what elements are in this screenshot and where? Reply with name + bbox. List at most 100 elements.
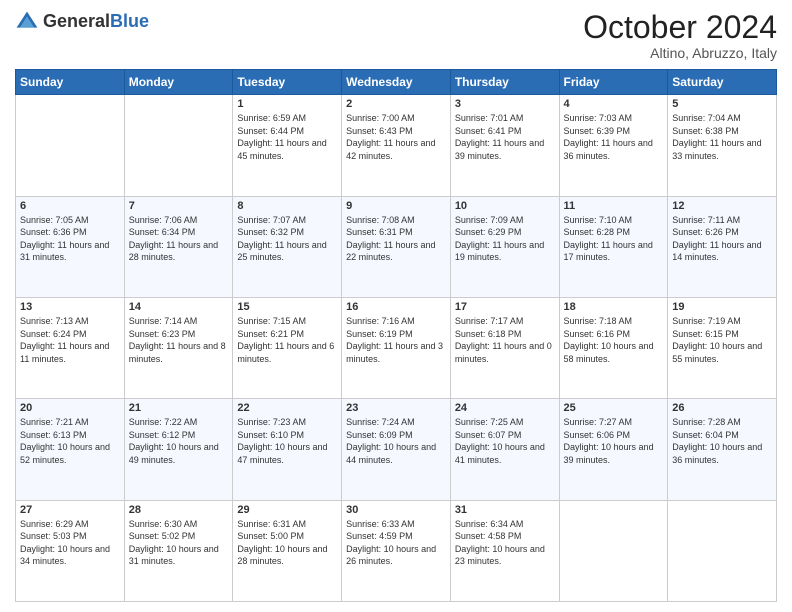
calendar-cell: 15 Sunrise: 7:15 AMSunset: 6:21 PMDayligh… bbox=[233, 297, 342, 398]
calendar-cell: 20Sunrise: 7:21 AMSunset: 6:13 PMDayligh… bbox=[16, 399, 125, 500]
calendar-cell: 28 Sunrise: 6:30 AMSunset: 5:02 PMDayligh… bbox=[124, 500, 233, 601]
cell-date: 11 bbox=[564, 200, 664, 212]
calendar-cell: 22 Sunrise: 7:23 AMSunset: 6:10 PMDayligh… bbox=[233, 399, 342, 500]
cell-date: 8 bbox=[237, 200, 337, 212]
cell-date: 24 bbox=[455, 402, 555, 414]
cell-date: 19 bbox=[672, 301, 772, 313]
cell-info: Sunrise: 7:28 AMSunset: 6:04 PMDaylight:… bbox=[672, 416, 772, 466]
cell-date: 6 bbox=[20, 200, 120, 212]
cell-date: 4 bbox=[564, 98, 664, 110]
calendar-cell: 23 Sunrise: 7:24 AMSunset: 6:09 PMDayligh… bbox=[342, 399, 451, 500]
cell-info: Sunrise: 7:14 AMSunset: 6:23 PMDaylight:… bbox=[129, 315, 229, 365]
cell-info: Sunrise: 6:30 AMSunset: 5:02 PMDaylight:… bbox=[129, 518, 229, 568]
day-header-tuesday: Tuesday bbox=[233, 70, 342, 95]
calendar-week-1: 1 Sunrise: 6:59 AMSunset: 6:44 PMDaylight… bbox=[16, 95, 777, 196]
calendar-cell: 3Sunrise: 7:01 AMSunset: 6:41 PMDaylight… bbox=[450, 95, 559, 196]
calendar-cell: 4 Sunrise: 7:03 AMSunset: 6:39 PMDaylight… bbox=[559, 95, 668, 196]
calendar-cell: 9 Sunrise: 7:08 AMSunset: 6:31 PMDaylight… bbox=[342, 196, 451, 297]
calendar-cell: 10Sunrise: 7:09 AMSunset: 6:29 PMDayligh… bbox=[450, 196, 559, 297]
calendar-cell: 11 Sunrise: 7:10 AMSunset: 6:28 PMDayligh… bbox=[559, 196, 668, 297]
cell-info: Sunrise: 6:33 AMSunset: 4:59 PMDaylight:… bbox=[346, 518, 446, 568]
calendar-cell: 8 Sunrise: 7:07 AMSunset: 6:32 PMDaylight… bbox=[233, 196, 342, 297]
cell-date: 31 bbox=[455, 504, 555, 516]
calendar-cell: 16Sunrise: 7:16 AMSunset: 6:19 PMDayligh… bbox=[342, 297, 451, 398]
cell-date: 14 bbox=[129, 301, 229, 313]
calendar-cell: 30 Sunrise: 6:33 AMSunset: 4:59 PMDayligh… bbox=[342, 500, 451, 601]
cell-info: Sunrise: 7:04 AMSunset: 6:38 PMDaylight:… bbox=[672, 112, 772, 162]
calendar-week-3: 13Sunrise: 7:13 AMSunset: 6:24 PMDayligh… bbox=[16, 297, 777, 398]
cell-date: 26 bbox=[672, 402, 772, 414]
calendar-week-5: 27 Sunrise: 6:29 AMSunset: 5:03 PMDayligh… bbox=[16, 500, 777, 601]
calendar-cell bbox=[124, 95, 233, 196]
calendar-cell: 7Sunrise: 7:06 AMSunset: 6:34 PMDaylight… bbox=[124, 196, 233, 297]
cell-info: Sunrise: 7:09 AMSunset: 6:29 PMDaylight:… bbox=[455, 214, 555, 264]
cell-date: 23 bbox=[346, 402, 446, 414]
cell-info: Sunrise: 7:00 AMSunset: 6:43 PMDaylight:… bbox=[346, 112, 446, 162]
cell-date: 30 bbox=[346, 504, 446, 516]
calendar-cell: 13Sunrise: 7:13 AMSunset: 6:24 PMDayligh… bbox=[16, 297, 125, 398]
logo-text: GeneralBlue bbox=[43, 12, 149, 32]
calendar-cell: 2 Sunrise: 7:00 AMSunset: 6:43 PMDaylight… bbox=[342, 95, 451, 196]
cell-info: Sunrise: 6:31 AMSunset: 5:00 PMDaylight:… bbox=[237, 518, 337, 568]
cell-info: Sunrise: 7:23 AMSunset: 6:10 PMDaylight:… bbox=[237, 416, 337, 466]
cell-date: 5 bbox=[672, 98, 772, 110]
calendar-cell: 14 Sunrise: 7:14 AMSunset: 6:23 PMDayligh… bbox=[124, 297, 233, 398]
day-header-wednesday: Wednesday bbox=[342, 70, 451, 95]
cell-date: 27 bbox=[20, 504, 120, 516]
logo-blue: Blue bbox=[110, 11, 149, 31]
logo-icon bbox=[15, 10, 39, 34]
cell-info: Sunrise: 7:16 AMSunset: 6:19 PMDaylight:… bbox=[346, 315, 446, 365]
calendar-cell bbox=[16, 95, 125, 196]
cell-info: Sunrise: 6:34 AMSunset: 4:58 PMDaylight:… bbox=[455, 518, 555, 568]
cell-info: Sunrise: 7:25 AMSunset: 6:07 PMDaylight:… bbox=[455, 416, 555, 466]
cell-info: Sunrise: 7:06 AMSunset: 6:34 PMDaylight:… bbox=[129, 214, 229, 264]
cell-date: 15 bbox=[237, 301, 337, 313]
cell-info: Sunrise: 7:19 AMSunset: 6:15 PMDaylight:… bbox=[672, 315, 772, 365]
day-header-friday: Friday bbox=[559, 70, 668, 95]
cell-date: 21 bbox=[129, 402, 229, 414]
calendar-cell bbox=[668, 500, 777, 601]
cell-date: 13 bbox=[20, 301, 120, 313]
logo-general: General bbox=[43, 11, 110, 31]
calendar-cell: 6Sunrise: 7:05 AMSunset: 6:36 PMDaylight… bbox=[16, 196, 125, 297]
calendar-cell: 19 Sunrise: 7:19 AMSunset: 6:15 PMDayligh… bbox=[668, 297, 777, 398]
cell-date: 28 bbox=[129, 504, 229, 516]
cell-info: Sunrise: 7:07 AMSunset: 6:32 PMDaylight:… bbox=[237, 214, 337, 264]
day-header-thursday: Thursday bbox=[450, 70, 559, 95]
cell-info: Sunrise: 7:15 AMSunset: 6:21 PMDaylight:… bbox=[237, 315, 337, 365]
cell-info: Sunrise: 7:03 AMSunset: 6:39 PMDaylight:… bbox=[564, 112, 664, 162]
cell-info: Sunrise: 7:17 AMSunset: 6:18 PMDaylight:… bbox=[455, 315, 555, 365]
calendar-cell: 17 Sunrise: 7:17 AMSunset: 6:18 PMDayligh… bbox=[450, 297, 559, 398]
cell-info: Sunrise: 7:24 AMSunset: 6:09 PMDaylight:… bbox=[346, 416, 446, 466]
calendar-cell: 12Sunrise: 7:11 AMSunset: 6:26 PMDayligh… bbox=[668, 196, 777, 297]
cell-date: 2 bbox=[346, 98, 446, 110]
cell-info: Sunrise: 7:18 AMSunset: 6:16 PMDaylight:… bbox=[564, 315, 664, 365]
cell-date: 9 bbox=[346, 200, 446, 212]
calendar-week-4: 20Sunrise: 7:21 AMSunset: 6:13 PMDayligh… bbox=[16, 399, 777, 500]
calendar-week-2: 6Sunrise: 7:05 AMSunset: 6:36 PMDaylight… bbox=[16, 196, 777, 297]
calendar-cell: 27 Sunrise: 6:29 AMSunset: 5:03 PMDayligh… bbox=[16, 500, 125, 601]
cell-info: Sunrise: 7:08 AMSunset: 6:31 PMDaylight:… bbox=[346, 214, 446, 264]
cell-date: 17 bbox=[455, 301, 555, 313]
title-block: October 2024 Altino, Abruzzo, Italy bbox=[583, 10, 777, 61]
location: Altino, Abruzzo, Italy bbox=[583, 45, 777, 61]
day-header-sunday: Sunday bbox=[16, 70, 125, 95]
calendar-cell: 1 Sunrise: 6:59 AMSunset: 6:44 PMDaylight… bbox=[233, 95, 342, 196]
cell-info: Sunrise: 6:29 AMSunset: 5:03 PMDaylight:… bbox=[20, 518, 120, 568]
cell-info: Sunrise: 7:10 AMSunset: 6:28 PMDaylight:… bbox=[564, 214, 664, 264]
calendar-cell: 18Sunrise: 7:18 AMSunset: 6:16 PMDayligh… bbox=[559, 297, 668, 398]
calendar-header-row: SundayMondayTuesdayWednesdayThursdayFrid… bbox=[16, 70, 777, 95]
cell-info: Sunrise: 7:11 AMSunset: 6:26 PMDaylight:… bbox=[672, 214, 772, 264]
cell-date: 1 bbox=[237, 98, 337, 110]
cell-date: 29 bbox=[237, 504, 337, 516]
cell-date: 22 bbox=[237, 402, 337, 414]
header: GeneralBlue October 2024 Altino, Abruzzo… bbox=[15, 10, 777, 61]
calendar-cell bbox=[559, 500, 668, 601]
calendar-cell: 29 Sunrise: 6:31 AMSunset: 5:00 PMDayligh… bbox=[233, 500, 342, 601]
cell-date: 20 bbox=[20, 402, 120, 414]
cell-date: 25 bbox=[564, 402, 664, 414]
cell-info: Sunrise: 6:59 AMSunset: 6:44 PMDaylight:… bbox=[237, 112, 337, 162]
calendar-cell: 24 Sunrise: 7:25 AMSunset: 6:07 PMDayligh… bbox=[450, 399, 559, 500]
logo: GeneralBlue bbox=[15, 10, 149, 34]
calendar-cell: 25Sunrise: 7:27 AMSunset: 6:06 PMDayligh… bbox=[559, 399, 668, 500]
